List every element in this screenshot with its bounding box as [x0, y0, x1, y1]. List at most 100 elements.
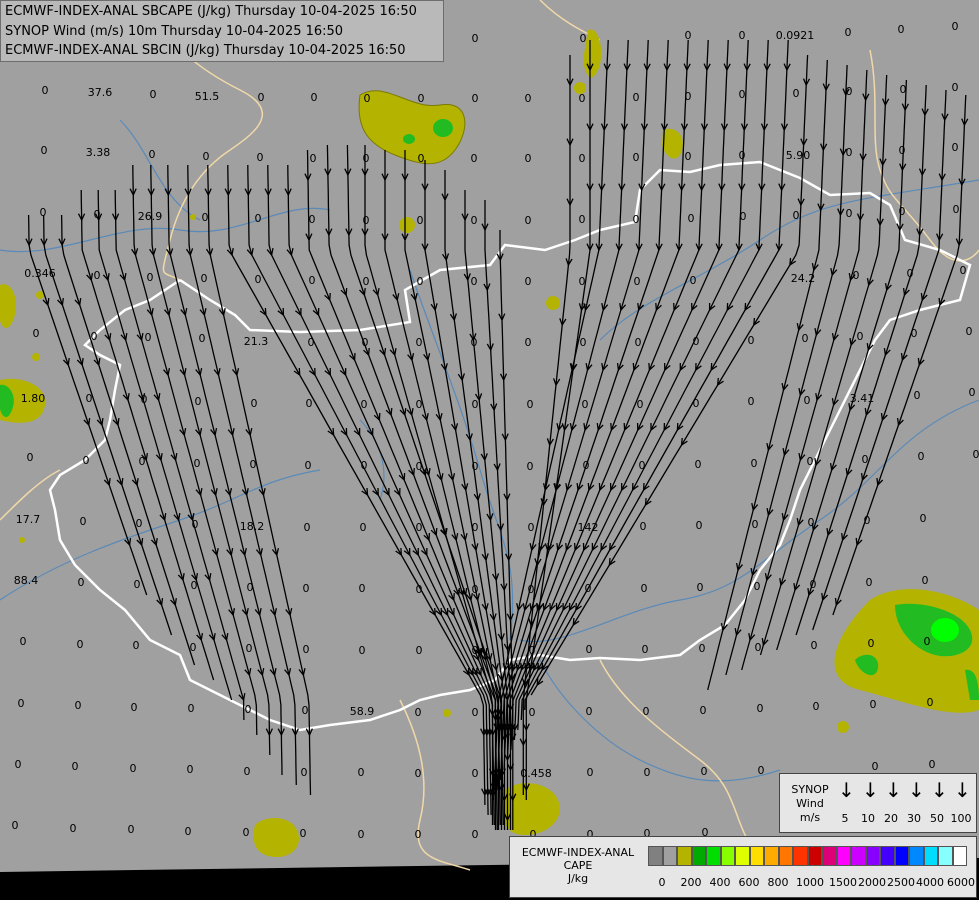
wind-arrow-icon: ↓ [954, 778, 971, 802]
cin-value: 0 [301, 766, 308, 779]
cin-value: 0 [920, 512, 927, 525]
cin-value: 0 [846, 146, 853, 159]
cin-value: 0 [308, 336, 315, 349]
cin-value: 0 [846, 207, 853, 220]
cin-value: 0 [911, 327, 918, 340]
cin-value: 0 [808, 516, 815, 529]
cape-legend-title-2: CAPE [563, 859, 593, 872]
cape-tick: 600 [738, 876, 760, 889]
cin-value: 0 [644, 766, 651, 779]
cape-legend: ECMWF-INDEX-ANAL CAPE J/kg 0 200 400 600… [509, 836, 977, 898]
cin-value: 0 [147, 271, 154, 284]
cape-color-swatch [735, 846, 750, 866]
cin-value: 0 [417, 214, 424, 227]
cin-value: 0 [91, 330, 98, 343]
cape-tick: 800 [767, 876, 789, 889]
cin-value: 0 [80, 515, 87, 528]
cape-tick: 1500 [829, 876, 857, 889]
cape-color-swatch [677, 846, 692, 866]
cin-value: 0 [846, 85, 853, 98]
cin-value: 0 [133, 639, 140, 652]
cin-value: 0 [247, 581, 254, 594]
cin-value: 0 [250, 458, 257, 471]
cin-value: 0 [752, 518, 759, 531]
cin-value: 0 [740, 210, 747, 223]
cin-value: 0 [305, 459, 312, 472]
cin-value: 0 [361, 398, 368, 411]
cin-value: 0 [310, 152, 317, 165]
cin-value: 0 [528, 583, 535, 596]
cin-value: 0 [136, 517, 143, 530]
cin-value: 0 [802, 332, 809, 345]
cin-value: 0 [83, 454, 90, 467]
cin-value: 0 [640, 520, 647, 533]
cin-value: 0 [472, 92, 479, 105]
cape-tick: 4000 [916, 876, 944, 889]
cin-value: 18.2 [240, 520, 265, 533]
cin-value: 0 [472, 706, 479, 719]
cape-legend-label: ECMWF-INDEX-ANAL CAPE J/kg [512, 846, 644, 885]
cin-value: 0 [739, 149, 746, 162]
cape-legend-title-1: ECMWF-INDEX-ANAL [521, 846, 635, 859]
cin-value: 0 [145, 331, 152, 344]
cin-value: 0 [924, 635, 931, 648]
cin-value: 24.2 [791, 272, 816, 285]
cin-value: 0 [416, 583, 423, 596]
cin-value: 0 [472, 460, 479, 473]
cin-value: 0 [94, 269, 101, 282]
cape-color-swatch [880, 846, 895, 866]
weather-map: 0 0 0 0 0 0.0921 0 0 0 0 37.6 0 51.5 0 0 0 0 0 0 0 0 0 0 0 0 0 0 0 3… [0, 0, 979, 900]
cin-value: 0 [899, 205, 906, 218]
cin-value: 0 [748, 395, 755, 408]
cin-value: 0 [693, 397, 700, 410]
cin-value: 0 [857, 330, 864, 343]
cape-color-swatch [648, 846, 663, 866]
cin-value: 0 [72, 760, 79, 773]
cin-value: 0 [258, 91, 265, 104]
cin-value: 0 [304, 521, 311, 534]
cape-color-swatch [851, 846, 866, 866]
cin-value: 0 [358, 828, 365, 841]
cin-value: 0 [416, 460, 423, 473]
title-line-wind: SYNOP Wind (m/s) 10m Thursday 10-04-2025… [5, 23, 344, 39]
cin-value: 0 [525, 336, 532, 349]
cin-value: 0 [701, 765, 708, 778]
cin-value: 0 [187, 763, 194, 776]
cin-value: 0 [363, 152, 370, 165]
cin-value: 0 [203, 150, 210, 163]
cin-value: 21.3 [244, 335, 269, 348]
cin-value: 0 [579, 275, 586, 288]
cin-value: 0 [362, 336, 369, 349]
cin-value: 0 [416, 521, 423, 534]
cin-value: 0 [359, 582, 366, 595]
cin-value: 0 [86, 392, 93, 405]
wind-arrow-icon: ↓ [885, 778, 902, 802]
cape-color-swatch [836, 846, 851, 866]
cin-value: 0 [866, 576, 873, 589]
cin-value: 0 [960, 264, 967, 277]
wind-value: 100 [950, 812, 972, 825]
cape-tick: 0 [658, 876, 666, 889]
cin-value: 0 [416, 336, 423, 349]
cin-value: 0 [185, 825, 192, 838]
cin-value: 88.4 [14, 574, 39, 587]
wind-legend-unit: m/s [799, 811, 821, 824]
cin-value: 0 [251, 397, 258, 410]
cin-value: 0 [130, 762, 137, 775]
wind-value: 5 [841, 812, 849, 825]
cin-value: 1.80 [21, 392, 46, 405]
cin-value: 0 [302, 704, 309, 717]
cin-value: 0 [585, 582, 592, 595]
cin-value: 0 [633, 91, 640, 104]
cin-value: 0 [579, 152, 586, 165]
cin-value: 0 [845, 26, 852, 39]
cin-value: 0 [807, 455, 814, 468]
cin-value: 0 [245, 703, 252, 716]
cin-value: 0 [587, 766, 594, 779]
cin-value: 0 [27, 451, 34, 464]
cin-value: 0 [416, 644, 423, 657]
cin-value: 0 [244, 765, 251, 778]
cape-color-swatch [662, 846, 677, 866]
cin-value: 0 [255, 212, 262, 225]
cin-value: 0 [257, 151, 264, 164]
